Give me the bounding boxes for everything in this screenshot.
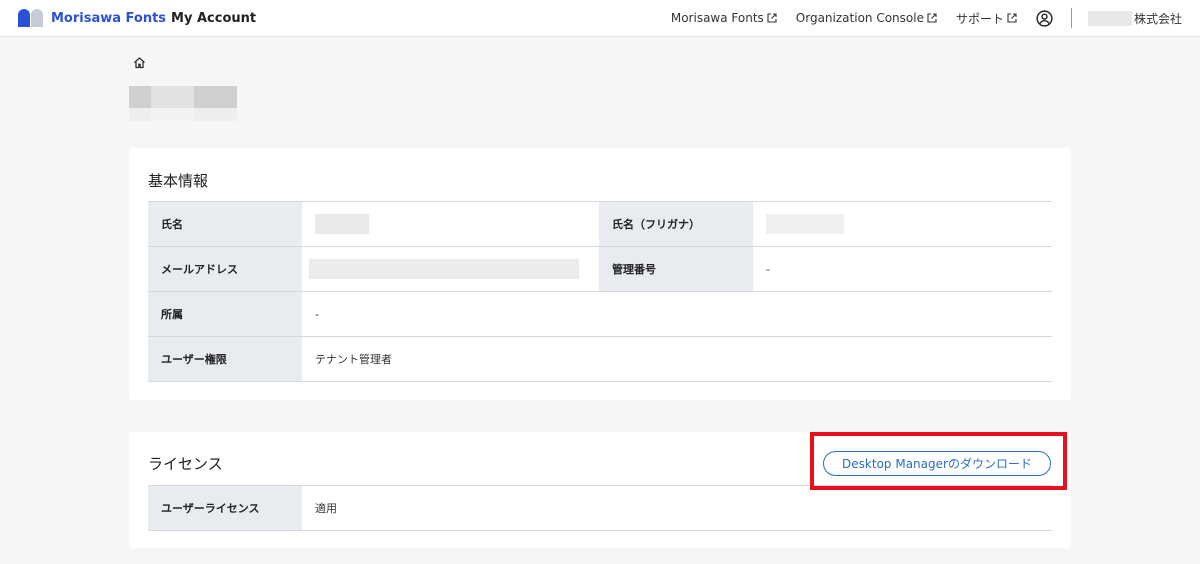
external-link-icon [927,13,937,23]
table-row: ユーザーライセンス 適用 [148,486,1052,531]
nav-organization-console-link[interactable]: Organization Console [796,11,937,25]
license-title: ライセンス [148,455,223,473]
org-name-suffix: 株式会社 [1133,11,1182,26]
email-value [302,247,599,291]
furigana-label: 氏名（フリガナ） [599,202,753,246]
affiliation-label: 所属 [148,292,302,336]
management-number-value: - [766,262,770,276]
header-divider [1070,8,1072,28]
redacted-furigana [766,214,844,234]
furigana-value [753,202,1052,246]
user-role-label: ユーザー権限 [148,337,302,381]
nav-morisawa-fonts-link[interactable]: Morisawa Fonts [671,11,777,25]
redacted-email [309,259,579,279]
name-label: 氏名 [148,202,302,246]
organization-name: 株式会社 [1087,10,1182,27]
user-license-label: ユーザーライセンス [148,486,302,530]
basic-info-table: 氏名 氏名（フリガナ） メールアドレス 管理番号 - 所属 - ユーザー権限 テ… [148,201,1052,382]
basic-info-title: 基本情報 [148,172,209,190]
redacted-page-title [129,86,237,121]
table-row: ユーザー権限 テナント管理者 [148,337,1052,382]
brand-suffix: My Account [171,10,257,26]
redacted-org-name [1087,10,1132,26]
table-row: メールアドレス 管理番号 - [148,247,1052,292]
license-table: ユーザーライセンス 適用 [148,485,1052,531]
email-label: メールアドレス [148,247,302,291]
basic-info-card: 基本情報 氏名 氏名（フリガナ） メールアドレス 管理番号 - 所属 - ユーザ… [129,148,1071,400]
nav-link-label: サポート [955,11,1004,26]
brand-logo-link[interactable]: Morisawa Fonts My Account [18,9,256,27]
external-link-icon [767,13,777,23]
brand-name: Morisawa Fonts [51,10,167,26]
home-icon[interactable] [133,56,146,69]
table-row: 所属 - [148,292,1052,337]
name-value [302,202,599,246]
nav-link-label: Morisawa Fonts [670,11,764,25]
highlight-box [810,432,1067,490]
redacted-name [315,214,369,234]
morisawa-logo-icon [18,9,44,27]
external-link-icon [1007,13,1017,23]
nav-link-label: Organization Console [795,11,924,25]
table-row: 氏名 氏名（フリガナ） [148,202,1052,247]
user-license-value: 適用 [315,502,337,515]
user-role-value: テナント管理者 [315,353,392,366]
affiliation-value: - [315,307,319,321]
management-number-label: 管理番号 [599,247,753,291]
top-header: Morisawa Fonts My Account Morisawa Fonts… [0,0,1200,37]
user-account-icon[interactable] [1036,9,1053,27]
nav-support-link[interactable]: サポート [956,10,1017,27]
header-nav: Morisawa Fonts Organization Console サポート… [652,0,1182,36]
